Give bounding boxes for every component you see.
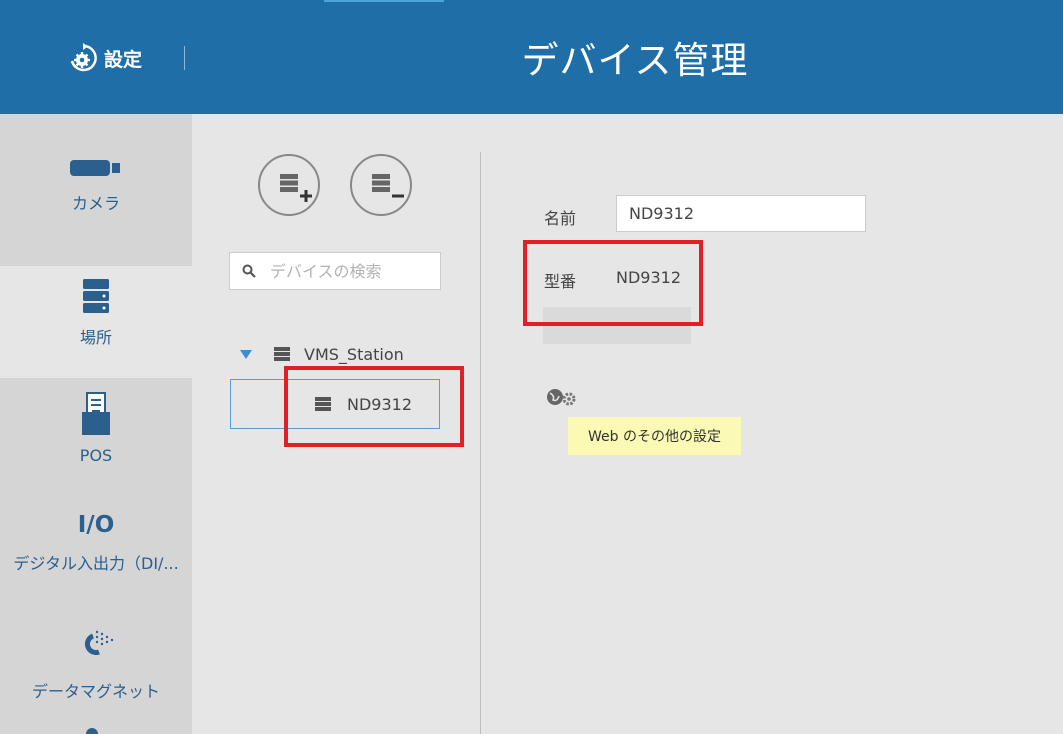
remove-device-button[interactable] xyxy=(350,154,412,216)
panel-divider xyxy=(480,152,481,734)
device-search[interactable] xyxy=(229,252,441,290)
nav-item-location[interactable]: 場所 xyxy=(0,266,192,378)
expand-triangle-icon[interactable] xyxy=(240,349,252,359)
left-nav: カメラ 場所 POS I/O デジタル入出力（DI/... データマグネット xyxy=(0,114,192,734)
nav-item-data-magnet[interactable]: データマグネット xyxy=(0,602,192,714)
name-field[interactable] xyxy=(616,195,866,232)
app-header: 設定 デバイス管理 xyxy=(0,0,1063,114)
highlight-box-device xyxy=(284,366,464,447)
nav-item-pos[interactable]: POS xyxy=(0,378,192,490)
nav-label-data-magnet: データマグネット xyxy=(31,682,160,701)
highlight-box-model xyxy=(523,240,703,326)
remove-device-icon xyxy=(372,174,404,198)
camera-icon xyxy=(69,124,123,180)
pos-icon xyxy=(81,378,111,436)
web-settings-icon[interactable] xyxy=(545,386,579,410)
tree-node-vms-station[interactable]: VMS_Station xyxy=(240,340,404,368)
server-icon xyxy=(274,347,290,361)
header-accent-bar xyxy=(324,0,444,2)
nav-label-io: デジタル入出力（DI/... xyxy=(13,554,179,573)
location-icon xyxy=(82,266,110,314)
web-settings-tooltip: Web のその他の設定 xyxy=(568,417,741,455)
nav-item-camera[interactable]: カメラ xyxy=(0,124,192,236)
data-magnet-icon xyxy=(79,602,113,662)
io-icon: I/O xyxy=(78,490,115,538)
search-icon xyxy=(242,264,256,278)
search-input[interactable] xyxy=(270,261,430,281)
nav-label-location: 場所 xyxy=(79,328,112,347)
nav-label-pos: POS xyxy=(79,446,113,465)
add-device-icon xyxy=(280,174,312,202)
add-device-button[interactable] xyxy=(258,154,320,216)
io-icon-text: I/O xyxy=(77,512,115,538)
page-title: デバイス管理 xyxy=(521,39,749,82)
tree-root-label: VMS_Station xyxy=(304,344,404,364)
name-label: 名前 xyxy=(544,209,577,228)
nav-item-io[interactable]: I/O デジタル入出力（DI/... xyxy=(0,490,192,602)
nav-more-icon xyxy=(86,728,98,734)
nav-label-camera: カメラ xyxy=(71,194,120,213)
